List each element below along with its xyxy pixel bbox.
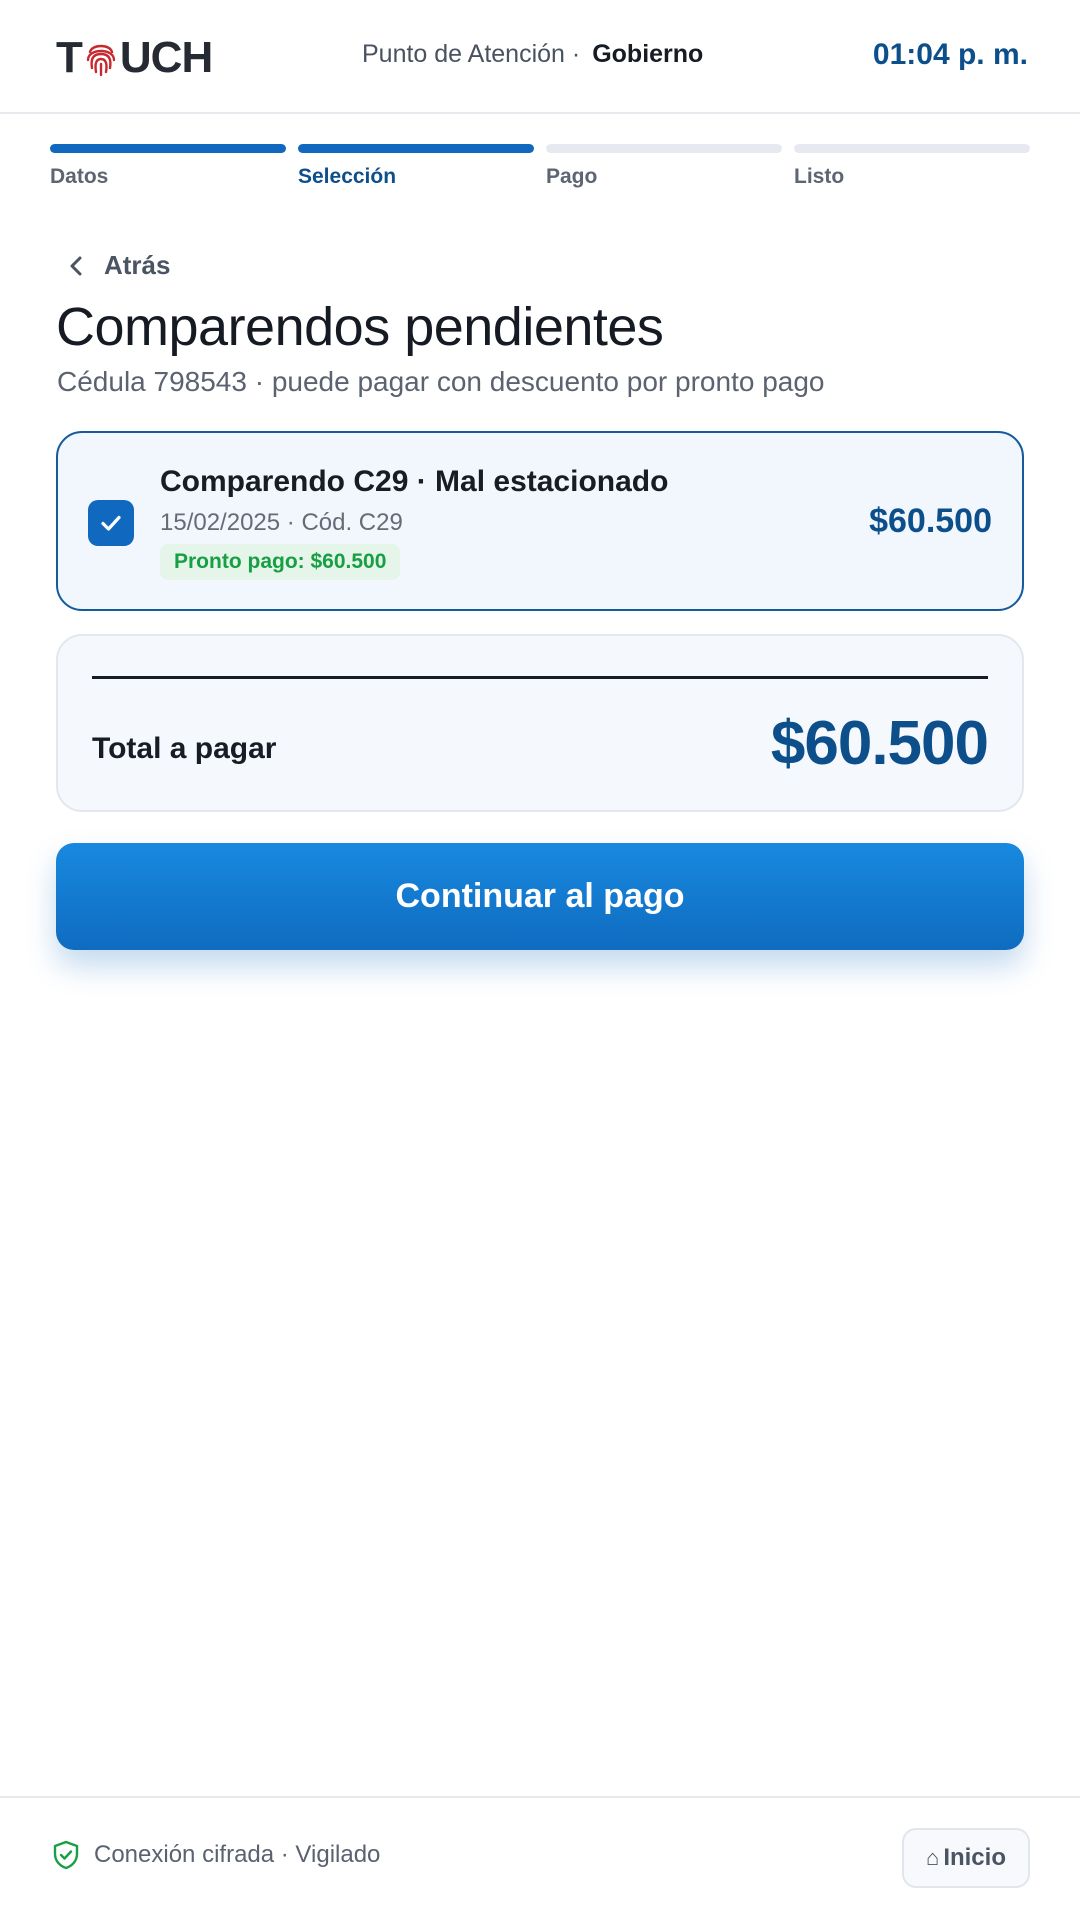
location-label: Punto de Atención · [362, 40, 581, 68]
step-label: Datos [50, 165, 109, 188]
ticket-amount: $60.500 [869, 502, 992, 540]
clock: 01:04 p. m. [872, 38, 1028, 71]
step-label: Listo [794, 165, 845, 188]
location-name: Gobierno [592, 40, 704, 68]
continue-to-payment-button[interactable]: Continuar al pago [56, 843, 1024, 950]
shield-check-icon [53, 1840, 79, 1870]
fingerprint-icon [86, 44, 116, 77]
page-title: Comparendos pendientes [56, 297, 664, 357]
step-bar [794, 144, 1030, 153]
step-label: Selección [298, 165, 397, 188]
total-summary: Total a pagar $60.500 [56, 634, 1024, 812]
early-payment-badge: Pronto pago: $60.500 [160, 544, 401, 580]
chevron-left-icon [70, 256, 82, 275]
back-label: Atrás [104, 250, 171, 280]
ticket-checkbox[interactable] [88, 500, 134, 546]
home-icon: ⌂ [926, 1845, 940, 1870]
step-datos: Datos [50, 144, 286, 189]
location-info: Punto de Atención · Gobierno [362, 40, 703, 69]
logo-text-right: UCH [119, 33, 213, 82]
step-bar [546, 144, 782, 153]
step-bar [50, 144, 286, 153]
touch-logo: T UCH [56, 33, 213, 82]
step-seleccion: Selección [298, 144, 534, 189]
page-subtitle: Cédula 798543 · puede pagar con descuent… [57, 366, 825, 397]
step-label: Pago [546, 165, 598, 188]
ticket-card[interactable]: Comparendo C29 · Mal estacionado 15/02/2… [56, 431, 1024, 611]
step-listo: Listo [794, 144, 1030, 189]
secure-connection-info: Conexión cifrada · Vigilado [52, 1840, 380, 1870]
step-pago: Pago [546, 144, 782, 189]
logo-text-left: T [56, 33, 83, 82]
back-button[interactable]: Atrás [62, 250, 170, 281]
total-amount: $60.500 [770, 709, 989, 778]
total-label: Total a pagar [92, 732, 277, 765]
home-label: Inicio [943, 1844, 1006, 1871]
summary-divider [92, 676, 988, 679]
app-footer: Conexión cifrada · Vigilado ⌂ Inicio [0, 1796, 1080, 1920]
ticket-title: Comparendo C29 · Mal estacionado [160, 465, 669, 498]
home-button[interactable]: ⌂ Inicio [902, 1828, 1030, 1888]
secure-text: Conexión cifrada · Vigilado [94, 1841, 381, 1868]
step-bar [298, 144, 534, 153]
progress-stepper: Datos Selección Pago Listo [50, 144, 1030, 194]
app-header: T UCH Punto de Atención · Gobierno 01:04 … [0, 0, 1080, 114]
ticket-meta: 15/02/2025 · Cód. C29 [160, 509, 403, 536]
checkmark-icon [101, 515, 121, 531]
